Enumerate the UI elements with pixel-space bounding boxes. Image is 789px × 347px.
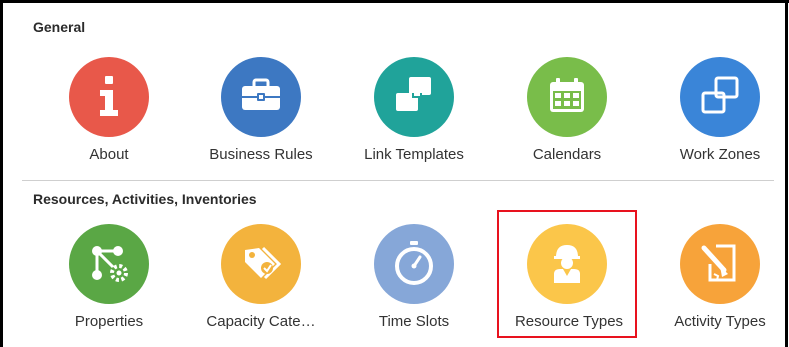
frame-border-top [0,0,789,3]
link-template-icon [374,57,454,137]
tile-label: Resource Types [514,313,624,330]
tile-label: About [89,146,129,163]
frame-border-left [0,0,3,347]
briefcase-icon [221,57,301,137]
calendar-icon [527,57,607,137]
tile-time-slots[interactable]: Time Slots [344,210,484,338]
tile-label: Business Rules [209,146,313,163]
tile-link-templates[interactable]: Link Templates [344,43,484,171]
section-divider [22,180,774,181]
tile-label: Calendars [532,146,602,163]
tile-label: Work Zones [679,146,761,163]
tile-calendars[interactable]: Calendars [497,43,637,171]
stopwatch-icon [374,224,454,304]
tags-icon [221,224,301,304]
activity-types-icon [680,224,760,304]
info-icon [69,57,149,137]
tile-business-rules[interactable]: Business Rules [191,43,331,171]
tile-properties[interactable]: Properties [39,210,179,338]
properties-icon [69,224,149,304]
tile-label: Activity Types [674,313,766,330]
section-title-resources: Resources, Activities, Inventories [33,191,257,207]
settings-panel: General About Business Rules Link Templa… [0,0,789,347]
tile-capacity-categories[interactable]: Capacity Cate… [191,210,331,338]
tile-activity-types[interactable]: Activity Types [650,210,789,338]
tile-label: Properties [74,313,144,330]
worker-icon [527,224,607,304]
tile-about[interactable]: About [39,43,179,171]
section-title-general: General [33,19,86,35]
work-zones-icon [680,57,760,137]
tile-label: Time Slots [378,313,450,330]
tile-work-zones[interactable]: Work Zones [650,43,789,171]
tile-resource-types[interactable]: Resource Types [497,210,637,338]
tile-label: Capacity Cate… [206,313,316,330]
tile-label: Link Templates [364,146,464,163]
